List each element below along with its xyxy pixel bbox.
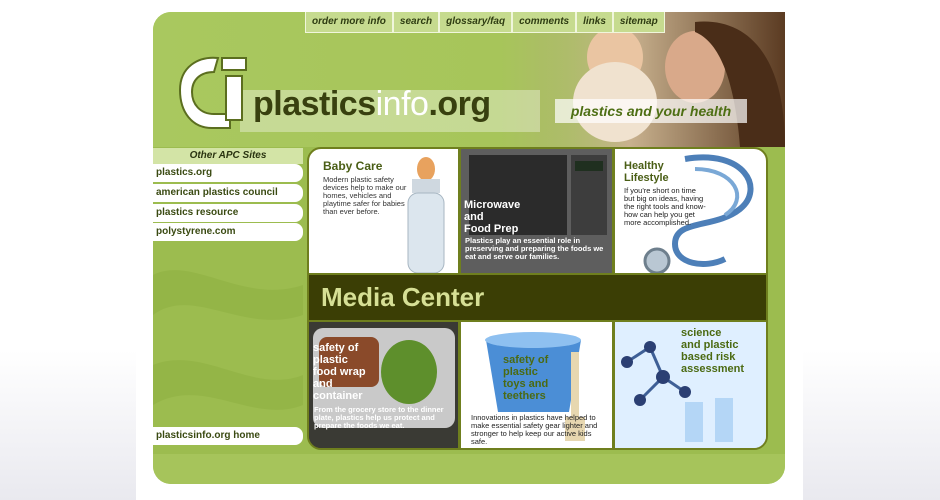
nav-sitemap[interactable]: sitemap bbox=[612, 12, 665, 33]
sidebar-link-plastics-org[interactable]: plastics.org bbox=[153, 164, 303, 182]
media-center-banner[interactable]: Media Center bbox=[307, 275, 768, 320]
sidebar-title: Other APC Sites bbox=[153, 148, 303, 164]
tile-description: Innovations in plastics have helped to m… bbox=[471, 413, 598, 446]
tile-title: safety of plastic food wrap and container bbox=[313, 342, 366, 402]
tile-title: safety of plastic toys and teethers bbox=[503, 354, 549, 402]
tile-description: Plastics play an essential role in prese… bbox=[465, 236, 604, 261]
sidebar-link-polystyrene[interactable]: polystyrene.com bbox=[153, 223, 303, 241]
top-nav: order more info search glossary/faq comm… bbox=[305, 12, 665, 33]
tile-title: Microwave and Food Prep bbox=[464, 199, 521, 235]
logo-mark-icon[interactable] bbox=[170, 52, 250, 132]
tile-toys-teethers[interactable]: safety of plastic toys and teethers Innovat… bbox=[459, 320, 614, 450]
tile-title: science and plastic based risk assessment bbox=[681, 327, 744, 375]
tagline: plastics and your health bbox=[555, 99, 747, 123]
tile-description: From the grocery store to the dinner pla… bbox=[314, 405, 444, 430]
nav-search[interactable]: search bbox=[392, 12, 440, 33]
tile-food-wrap[interactable]: safety of plastic food wrap and container Fr… bbox=[307, 320, 460, 450]
tile-microwave-food-prep[interactable]: Microwave and Food Prep Plastics play an e… bbox=[459, 147, 614, 275]
tile-baby-care[interactable]: Baby Care Modern plastic safety devices … bbox=[307, 147, 460, 275]
nav-glossary-faq[interactable]: glossary/faq bbox=[439, 12, 513, 33]
tile-science-risk[interactable]: science and plastic based risk assessment bbox=[613, 320, 768, 450]
tile-description: If you're short on time but big on ideas… bbox=[624, 186, 706, 227]
decorative-swoosh bbox=[153, 270, 303, 410]
tile-healthy-lifestyle[interactable]: Healthy Lifestyle If you're short on time… bbox=[613, 147, 768, 275]
baby-bottle-image bbox=[407, 157, 445, 273]
tile-title: Healthy Lifestyle bbox=[624, 160, 669, 184]
nav-comments[interactable]: comments bbox=[512, 12, 577, 33]
footer-band bbox=[153, 454, 785, 484]
nav-order-more-info[interactable]: order more info bbox=[305, 12, 393, 33]
sidebar-home-link[interactable]: plasticsinfo.org home bbox=[153, 427, 303, 445]
nav-links[interactable]: links bbox=[576, 12, 613, 33]
site-logo-text[interactable]: plasticsinfo.org bbox=[253, 85, 491, 124]
sidebar-link-plastics-resource[interactable]: plastics resource bbox=[153, 204, 303, 222]
sidebar-link-american-plastics-council[interactable]: american plastics council bbox=[153, 184, 303, 202]
tile-title: Baby Care bbox=[323, 159, 383, 173]
